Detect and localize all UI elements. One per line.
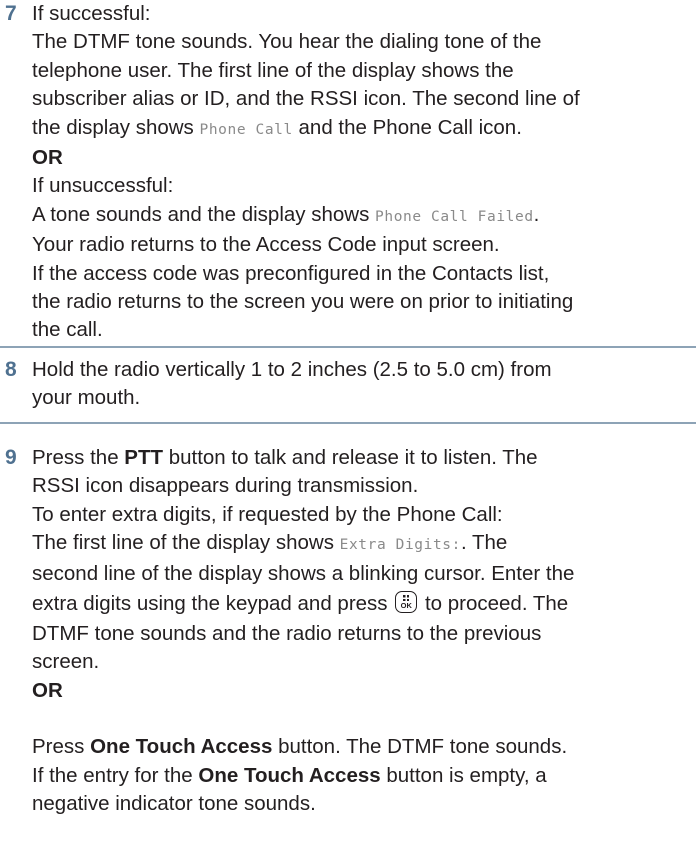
text-line: your mouth. (32, 386, 141, 410)
text-segment: extra digits using the keypad and press (32, 592, 394, 616)
text-line: the call. (32, 318, 103, 342)
text-line: If the entry for the One Touch Access bu… (32, 762, 696, 790)
step-content: Press the PTT button to talk and release… (32, 444, 696, 818)
ok-key-text: OK (400, 601, 412, 611)
text-line: Press One Touch Access button. The DTMF … (32, 733, 696, 761)
ptt-button-label: PTT (124, 446, 164, 469)
step-number: 8 (5, 358, 17, 381)
step-content: If successful: The DTMF tone sounds. You… (32, 0, 696, 345)
text-segment: Press the (32, 446, 125, 469)
text-line: the display shows Phone Call and the Pho… (32, 114, 696, 144)
or-label: OR (32, 146, 63, 170)
text-segment: button. The DTMF tone sounds. (272, 735, 568, 759)
text-line: To enter extra digits, if requested by t… (32, 502, 503, 526)
text-line: RSSI icon disappears during transmission… (32, 474, 419, 498)
text-line: DTMF tone sounds and the radio returns t… (32, 622, 542, 646)
text-line: Press the PTT button to talk and release… (32, 444, 696, 472)
text-segment: button is empty, a (380, 763, 547, 787)
text-segment: the display shows (32, 115, 200, 139)
menu-ok-key-icon: OK (395, 591, 418, 614)
text-line: screen. (32, 650, 100, 674)
text-line: If unsuccessful: (32, 174, 174, 198)
text-segment: A tone sounds and the display shows (32, 202, 376, 226)
display-text-extra-digits: Extra Digits: (339, 537, 461, 554)
step-number: 9 (5, 446, 17, 469)
text-line: A tone sounds and the display shows Phon… (32, 201, 696, 231)
text-segment: and the Phone Call icon. (292, 115, 522, 139)
divider (0, 422, 696, 424)
text-line: telephone user. The first line of the di… (32, 58, 514, 82)
or-label: OR (32, 678, 63, 702)
display-text-phone-call-failed: Phone Call Failed (375, 208, 534, 225)
one-touch-access-label: One Touch Access (198, 763, 381, 787)
text-segment: button to talk and release it to listen.… (163, 446, 538, 469)
step-number: 7 (5, 2, 17, 25)
text-line: subscriber alias or ID, and the RSSI ico… (32, 87, 580, 111)
text-line: negative indicator tone sounds. (32, 792, 316, 816)
text-segment: . The (460, 531, 508, 555)
one-touch-access-label: One Touch Access (90, 735, 273, 759)
text-line: Hold the radio vertically 1 to 2 inches … (32, 358, 552, 381)
text-line: Your radio returns to the Access Code in… (32, 233, 500, 257)
text-segment: . (533, 202, 540, 226)
text-segment: to proceed. The (419, 592, 569, 616)
text-line: If the access code was preconfigured in … (32, 261, 550, 285)
text-line: extra digits using the keypad and press … (32, 588, 696, 620)
text-segment: If the entry for the (32, 763, 199, 787)
divider (0, 346, 696, 348)
display-text-phone-call: Phone Call (199, 121, 293, 138)
text-segment: Press (32, 735, 91, 759)
text-line: If successful: (32, 2, 151, 25)
text-line: the radio returns to the screen you were… (32, 290, 574, 314)
text-line: The DTMF tone sounds. You hear the diali… (32, 30, 542, 54)
text-line: second line of the display shows a blink… (32, 561, 575, 585)
step-content: Hold the radio vertically 1 to 2 inches … (32, 356, 696, 413)
text-line: The first line of the display shows Extr… (32, 529, 696, 559)
text-segment: The first line of the display shows (32, 531, 340, 555)
